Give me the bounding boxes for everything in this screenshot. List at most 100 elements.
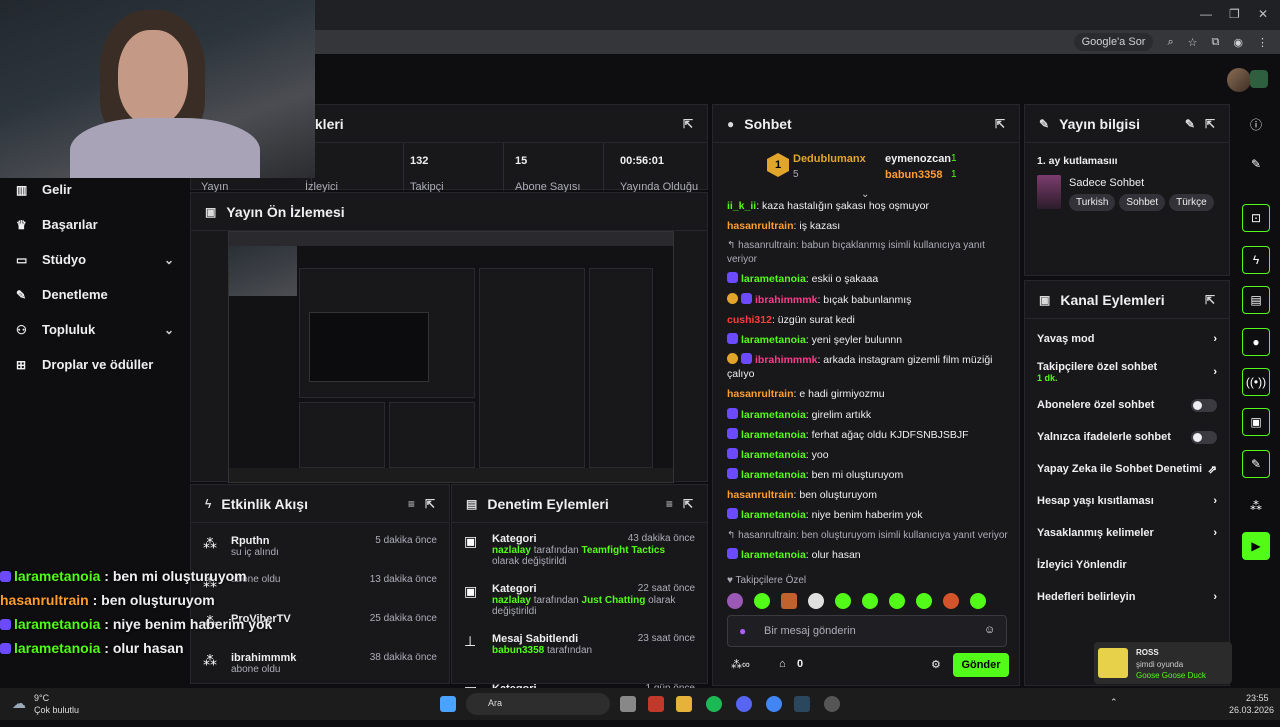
chat-username[interactable]: larametanoia: [741, 429, 806, 441]
popout-icon[interactable]: ⇱: [995, 117, 1005, 131]
gifter-name[interactable]: babun3358: [885, 169, 942, 181]
chat-username[interactable]: larametanoia: [741, 449, 806, 461]
chat-username[interactable]: ibrahimmmk: [755, 294, 817, 306]
tag[interactable]: Türkçe: [1169, 194, 1214, 211]
close-icon[interactable]: ✕: [1258, 7, 1268, 21]
chevron-right-icon[interactable]: ›: [1213, 495, 1217, 507]
sidebar-item-5[interactable]: ⊞ Droplar ve ödüller: [0, 347, 190, 382]
shield-icon[interactable]: ▣: [1242, 408, 1270, 436]
more-menu-icon[interactable]: ⋮: [1257, 36, 1268, 49]
bookmark-star-icon[interactable]: ☆: [1188, 36, 1198, 49]
pdf-app-icon[interactable]: [648, 696, 664, 712]
filter-icon[interactable]: ≡: [408, 497, 415, 511]
points-icon[interactable]: ⁂∞: [731, 658, 750, 671]
toggle-switch[interactable]: [1191, 398, 1217, 412]
lightning-icon[interactable]: ϟ: [1242, 246, 1270, 274]
sidebar-item-3[interactable]: ✎ Denetleme: [0, 277, 190, 312]
chevron-down-icon[interactable]: ⌄: [164, 253, 174, 267]
chevron-right-icon[interactable]: ›: [1213, 333, 1217, 345]
channel-action[interactable]: Yapay Zeka ile Sohbet Denetimi ⇗: [1025, 453, 1229, 485]
app-switcher-icon[interactable]: [1250, 70, 1268, 88]
steam-icon[interactable]: [794, 696, 810, 712]
list-item[interactable]: ⁂ Rputhn su iç alındı 5 dakika önce: [191, 529, 449, 568]
toggle-switch[interactable]: [1191, 430, 1217, 444]
chat-username[interactable]: hasanrultrain: [727, 388, 794, 400]
task-view-icon[interactable]: [620, 696, 636, 712]
points-icon[interactable]: ⁂: [1242, 492, 1270, 520]
chat-username[interactable]: cushi312: [727, 314, 772, 326]
channel-action[interactable]: İzleyici Yönlendir: [1025, 549, 1229, 581]
chevron-right-icon[interactable]: ›: [1213, 591, 1217, 603]
stream-preview-video[interactable]: [228, 231, 674, 483]
mod-user[interactable]: babun3358: [492, 645, 544, 656]
chevron-right-icon[interactable]: ›: [1213, 527, 1217, 539]
popout-icon[interactable]: ⇱: [425, 497, 435, 511]
minimize-icon[interactable]: —: [1200, 7, 1212, 21]
gifter-name[interactable]: eymenozcan: [885, 153, 951, 165]
tag[interactable]: Sohbet: [1119, 194, 1166, 211]
list-item[interactable]: ▣ Kategori 43 dakika önce nazlalay tarafınd…: [452, 527, 707, 577]
file-explorer-icon[interactable]: [676, 696, 692, 712]
spotify-icon[interactable]: [706, 696, 722, 712]
chat-username[interactable]: larametanoia: [741, 409, 806, 421]
chat-username[interactable]: larametanoia: [741, 549, 806, 561]
clapper-icon[interactable]: ▶: [1242, 532, 1270, 560]
broadcast-icon[interactable]: ((•)): [1242, 368, 1270, 396]
channel-action[interactable]: Yavaş mod ›: [1025, 323, 1229, 355]
mod-user[interactable]: nazlalay: [492, 545, 531, 556]
chat-username[interactable]: hasanrultrain: [727, 220, 794, 232]
chat-username[interactable]: hasanrultrain: [727, 489, 794, 501]
sidebar-item-1[interactable]: ♛ Başarılar: [0, 207, 190, 242]
chat-username[interactable]: larametanoia: [741, 334, 806, 346]
popout-icon[interactable]: ⇱: [1205, 293, 1215, 307]
chevron-right-icon[interactable]: ›: [1213, 366, 1217, 378]
windows-start-icon[interactable]: [440, 696, 456, 712]
emoji-icon[interactable]: ☺: [984, 624, 995, 636]
taskbar-search[interactable]: Ara: [466, 693, 610, 715]
chat-username[interactable]: ibrahimmmk: [755, 354, 817, 366]
obs-icon[interactable]: [824, 696, 840, 712]
google-ask-pill[interactable]: Google'a Sor: [1073, 33, 1154, 51]
wrench-icon[interactable]: ✎: [1242, 450, 1270, 478]
popout-icon[interactable]: ⇱: [683, 497, 693, 511]
list-item[interactable]: ▣ Kategori 22 saat önce nazlalay tarafından…: [452, 577, 707, 627]
zoom-icon[interactable]: ⌕: [1167, 36, 1173, 49]
camera-icon[interactable]: ⊡: [1242, 204, 1270, 232]
tag[interactable]: Turkish: [1069, 194, 1116, 211]
channel-action[interactable]: Yasaklanmış kelimeler ›: [1025, 517, 1229, 549]
game-notification[interactable]: ROSS şimdi oyunda Goose Goose Duck: [1094, 642, 1232, 684]
top-gifter-name[interactable]: Dedublumanx: [793, 153, 866, 165]
chevron-down-icon[interactable]: ⌄: [164, 323, 174, 337]
info-icon[interactable]: ⓘ: [1242, 110, 1270, 138]
chat-input[interactable]: Bir mesaj gönderin: [727, 615, 1007, 647]
discord-icon[interactable]: [736, 696, 752, 712]
extensions-icon[interactable]: ⧉: [1212, 36, 1220, 49]
tray-chevron-icon[interactable]: ⌃: [1110, 697, 1118, 708]
send-button[interactable]: Gönder: [953, 653, 1009, 677]
channel-action[interactable]: Abonelere özel sohbet: [1025, 389, 1229, 421]
list-item[interactable]: ⊥ Mesaj Sabitlendi 23 saat önce babun3358 t…: [452, 627, 707, 677]
popout-icon[interactable]: ⇱: [683, 117, 693, 131]
popout-icon[interactable]: ⇱: [1205, 117, 1215, 131]
channel-action[interactable]: Hesap yaşı kısıtlaması ›: [1025, 485, 1229, 517]
chrome-icon[interactable]: [766, 696, 782, 712]
emote-bar[interactable]: [727, 593, 1007, 609]
chat-username[interactable]: larametanoia: [741, 509, 806, 521]
chat-username[interactable]: larametanoia: [741, 469, 806, 481]
channel-action[interactable]: Hedefleri belirleyin ›: [1025, 581, 1229, 613]
avatar[interactable]: [1227, 68, 1251, 92]
external-link-icon[interactable]: ⇗: [1208, 463, 1217, 476]
pencil-icon[interactable]: ✎: [1242, 150, 1270, 178]
mod-user[interactable]: nazlalay: [492, 595, 531, 606]
profile-icon[interactable]: ◉: [1233, 36, 1243, 49]
sidebar-item-0[interactable]: ▥ Gelir: [0, 172, 190, 207]
sidebar-item-4[interactable]: ⚇ Topluluk ⌄: [0, 312, 190, 347]
document-icon[interactable]: ▤: [1242, 286, 1270, 314]
edit-icon[interactable]: ✎: [1185, 117, 1195, 131]
chat-username[interactable]: larametanoia: [741, 273, 806, 285]
gear-icon[interactable]: ⚙: [931, 658, 941, 671]
maximize-icon[interactable]: ❐: [1229, 7, 1240, 21]
chat-bubble-icon[interactable]: ●: [1242, 328, 1270, 356]
chat-username[interactable]: ii_k_ii: [727, 200, 756, 212]
filter-icon[interactable]: ≡: [666, 497, 673, 511]
